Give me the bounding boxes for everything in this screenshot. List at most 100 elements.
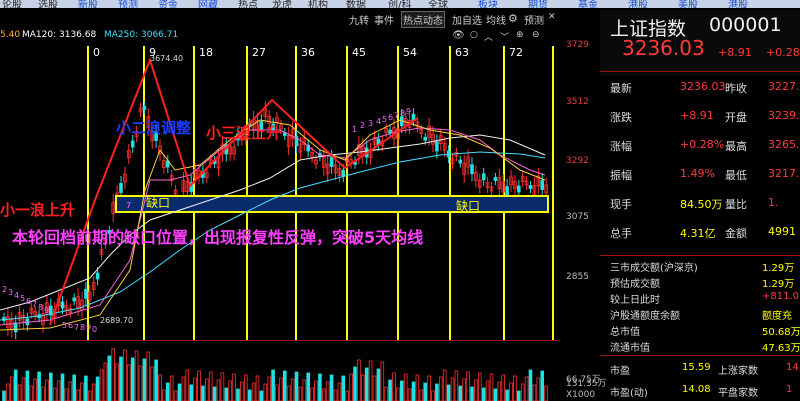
volume-bar bbox=[376, 368, 381, 401]
menu-item-xingu[interactable]: 新股 bbox=[78, 0, 98, 8]
volume-bar bbox=[56, 380, 61, 401]
volume-bar bbox=[364, 367, 369, 401]
volume-bar bbox=[544, 385, 548, 401]
quote-label: 涨跌 bbox=[610, 111, 632, 124]
volume-bar bbox=[415, 374, 420, 401]
volume-bar bbox=[267, 376, 271, 401]
menu-item-quanqiu[interactable]: 全球 bbox=[428, 0, 448, 8]
menu-item-jijin[interactable]: 基金 bbox=[578, 0, 598, 8]
volume-bar bbox=[197, 370, 201, 401]
menu-item-shuju[interactable]: 数据 bbox=[346, 0, 366, 8]
menu-item-chuangke[interactable]: 创/科 bbox=[388, 0, 411, 8]
menu-item-ganggu[interactable]: 港股 bbox=[628, 0, 648, 8]
volume-bar bbox=[427, 375, 431, 401]
stock-code: 000001 bbox=[709, 14, 782, 36]
gap-label-1: 缺口 bbox=[146, 195, 170, 210]
volume-bar bbox=[446, 384, 451, 401]
nine-turn-count: 5 bbox=[382, 115, 387, 124]
volume-bar bbox=[384, 386, 388, 401]
volume-bar bbox=[399, 380, 404, 401]
quote-value: 84.50万 bbox=[680, 198, 723, 211]
candle-body bbox=[517, 185, 521, 193]
volume-bar bbox=[536, 377, 541, 401]
volume-bar bbox=[72, 374, 77, 401]
menu-item-yuce[interactable]: 预测 bbox=[118, 0, 138, 8]
tab-redian-dongtai[interactable]: 热点动态 bbox=[401, 11, 445, 28]
volume-bar bbox=[232, 373, 236, 401]
volume-bar bbox=[17, 384, 22, 401]
nine-turn-count: 8 bbox=[400, 109, 405, 118]
candle-body bbox=[341, 169, 346, 177]
volume-bar bbox=[29, 385, 34, 401]
volume-bar bbox=[247, 389, 252, 401]
volume-bar bbox=[154, 359, 158, 401]
menu-item-redian[interactable]: 热点 bbox=[238, 0, 258, 8]
volume-bar bbox=[263, 383, 268, 401]
stat-value: 15.59 bbox=[682, 362, 711, 373]
volume-bar bbox=[2, 390, 6, 401]
tab-shijian[interactable]: 事件 bbox=[374, 12, 394, 27]
nine-turn-count: 1 bbox=[352, 125, 357, 134]
quote-label: 总手 bbox=[610, 227, 632, 240]
volume-bar bbox=[450, 377, 455, 401]
nine-turn-label: 36 bbox=[301, 46, 315, 59]
minus-circle-icon[interactable]: ⊖ bbox=[532, 30, 540, 40]
axis-tick-5: 2855 bbox=[566, 272, 589, 282]
volume-bar bbox=[25, 370, 30, 401]
volume-bar bbox=[165, 382, 170, 401]
volume-bar bbox=[466, 371, 470, 401]
menu-item-qihuo[interactable]: 期货 bbox=[528, 0, 548, 8]
volume-bar bbox=[169, 375, 174, 401]
volume-bar bbox=[162, 389, 166, 401]
plus-circle-icon[interactable]: ⊕ bbox=[516, 30, 524, 40]
nine-turn-count: 7 bbox=[32, 300, 37, 309]
volume-bar bbox=[127, 364, 131, 401]
tab-junxian[interactable]: 均线 bbox=[486, 12, 506, 27]
gear-icon[interactable]: ⚙ bbox=[508, 12, 518, 25]
stat-label: 流通市值 bbox=[610, 343, 650, 354]
volume-bar bbox=[302, 379, 307, 401]
menu-item-wangcang[interactable]: 网藏 bbox=[198, 0, 218, 8]
kline-chart[interactable]: 09182736455463728 3674.402689.70缺口缺口7123… bbox=[0, 40, 558, 340]
volume-bar bbox=[528, 369, 533, 401]
nine-turn-count: 3 bbox=[368, 119, 373, 128]
vol-axis-mid: 66.75万 bbox=[566, 375, 601, 385]
nine-turn-count: 8 bbox=[80, 323, 85, 332]
ma120-line bbox=[0, 134, 546, 311]
menu-item-xuangu[interactable]: 选股 bbox=[38, 0, 58, 8]
volume-bar bbox=[91, 383, 96, 401]
stock-price: 3236.03 bbox=[622, 36, 705, 60]
candle-body bbox=[388, 129, 392, 134]
volume-bar bbox=[357, 359, 361, 401]
stat-label: 市盈 bbox=[610, 366, 630, 377]
menu-item-longhu[interactable]: 龙虎 bbox=[272, 0, 292, 8]
nine-turn-label: 54 bbox=[403, 46, 417, 59]
menu-item-jigou[interactable]: 机构 bbox=[308, 0, 328, 8]
tab-yuce[interactable]: 预测 bbox=[524, 12, 544, 27]
volume-bar bbox=[6, 383, 10, 401]
circle-icon[interactable]: ○ bbox=[470, 30, 478, 40]
low-price-label: 2689.70 bbox=[100, 316, 133, 325]
volume-bar bbox=[189, 384, 194, 401]
close-icon[interactable]: ✕ bbox=[548, 12, 556, 22]
volume-bar bbox=[321, 388, 326, 401]
volume-bar bbox=[505, 389, 509, 401]
volume-bar bbox=[185, 369, 190, 401]
volume-bar bbox=[489, 373, 494, 401]
candle-body bbox=[60, 301, 65, 309]
volume-bar bbox=[329, 374, 334, 401]
volume-bar bbox=[193, 377, 197, 401]
menu-item-bankuai[interactable]: 板块 bbox=[478, 0, 498, 8]
volume-bar bbox=[501, 374, 505, 401]
quote-panel: 上证指数 000001 3236.03 +8.91 +0.28% 最新3236.… bbox=[600, 10, 800, 401]
menu-item-ganggu-2[interactable]: 港股 bbox=[728, 0, 748, 8]
nine-turn-count: 0 bbox=[92, 325, 97, 334]
menu-item-zijin[interactable]: 资金 bbox=[158, 0, 178, 8]
volume-bar bbox=[212, 386, 217, 401]
nine-turn-count: 7 bbox=[394, 111, 399, 120]
nine-turn-label: 63 bbox=[455, 46, 469, 59]
add-watchlist-button[interactable]: 加自选 bbox=[452, 12, 482, 27]
menu-item-meigu[interactable]: 美股 bbox=[678, 0, 698, 8]
menu-item-lungu[interactable]: 论股 bbox=[2, 0, 22, 8]
tab-jiuzhuan[interactable]: 九转 bbox=[349, 12, 369, 27]
